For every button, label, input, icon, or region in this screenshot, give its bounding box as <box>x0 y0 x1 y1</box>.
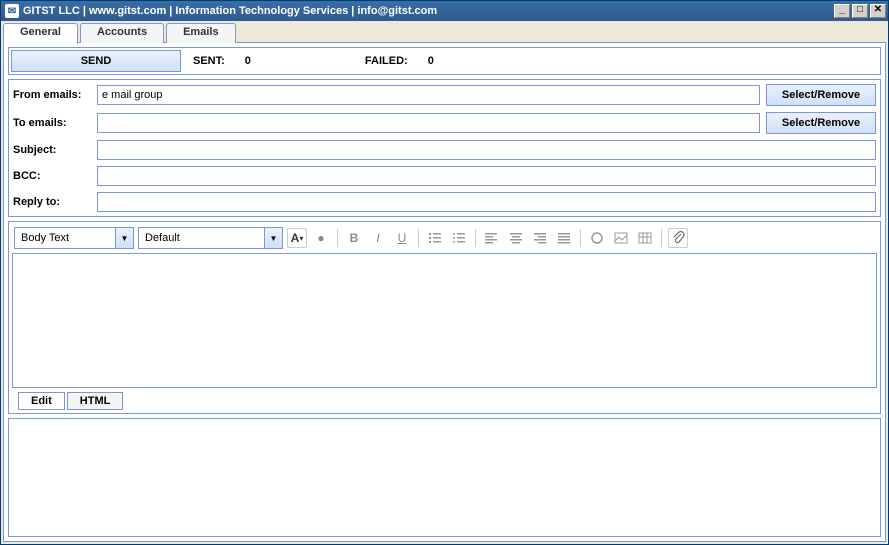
editor-tab-html[interactable]: HTML <box>67 392 124 410</box>
email-fields: From emails: Select/Remove To emails: Se… <box>8 79 881 217</box>
tab-general[interactable]: General <box>3 23 78 44</box>
align-left-button[interactable] <box>482 228 502 248</box>
titlebar: ✉ GITST LLC | www.gitst.com | Informatio… <box>1 1 888 21</box>
to-label: To emails: <box>13 117 97 129</box>
to-select-remove-button[interactable]: Select/Remove <box>766 112 876 134</box>
app-icon: ✉ <box>5 4 19 18</box>
bullet-list-button[interactable] <box>425 228 445 248</box>
numbered-list-icon <box>452 232 466 244</box>
attach-button[interactable] <box>668 228 688 248</box>
font-value: Default <box>139 232 264 244</box>
align-justify-button[interactable] <box>554 228 574 248</box>
align-right-icon <box>533 232 547 244</box>
window-title: GITST LLC | www.gitst.com | Information … <box>23 5 834 17</box>
numbered-list-button[interactable] <box>449 228 469 248</box>
editor-toolbar: Body Text ▼ Default ▼ A▾ ● B I U <box>12 225 877 251</box>
subject-label: Subject: <box>13 144 97 156</box>
reply-input[interactable] <box>97 192 876 212</box>
failed-value: 0 <box>428 55 434 67</box>
from-select-remove-button[interactable]: Select/Remove <box>766 84 876 106</box>
failed-label: FAILED: <box>365 55 408 67</box>
insert-table-button[interactable] <box>635 228 655 248</box>
content-area: General Accounts Emails SEND SENT: 0 FAI… <box>1 21 888 544</box>
editor: Body Text ▼ Default ▼ A▾ ● B I U <box>8 221 881 414</box>
editor-body[interactable] <box>12 253 877 388</box>
insert-link-button[interactable] <box>587 228 607 248</box>
paragraph-style-value: Body Text <box>15 232 115 244</box>
table-icon <box>638 232 652 244</box>
log-panel <box>8 418 881 537</box>
align-center-button[interactable] <box>506 228 526 248</box>
app-window: ✉ GITST LLC | www.gitst.com | Informatio… <box>0 0 889 545</box>
bcc-input[interactable] <box>97 166 876 186</box>
minimize-button[interactable]: _ <box>834 4 850 18</box>
font-size-button[interactable]: A▾ <box>287 228 307 248</box>
close-button[interactable]: ✕ <box>870 4 886 18</box>
window-controls: _ □ ✕ <box>834 4 886 18</box>
chevron-down-icon: ▼ <box>115 228 133 248</box>
font-select[interactable]: Default ▼ <box>138 227 283 249</box>
bold-button[interactable]: B <box>344 228 364 248</box>
underline-button[interactable]: U <box>392 228 412 248</box>
subject-input[interactable] <box>97 140 876 160</box>
send-button[interactable]: SEND <box>11 50 181 72</box>
send-status-row: SEND SENT: 0 FAILED: 0 <box>8 47 881 75</box>
main-tabs: General Accounts Emails <box>3 23 886 43</box>
insert-image-button[interactable] <box>611 228 631 248</box>
maximize-button[interactable]: □ <box>852 4 868 18</box>
from-input[interactable] <box>97 85 760 105</box>
font-color-button[interactable]: ● <box>311 228 331 248</box>
italic-button[interactable]: I <box>368 228 388 248</box>
to-input[interactable] <box>97 113 760 133</box>
link-icon <box>590 231 604 245</box>
chevron-down-icon: ▼ <box>264 228 282 248</box>
align-right-button[interactable] <box>530 228 550 248</box>
reply-label: Reply to: <box>13 196 97 208</box>
image-icon <box>614 232 628 244</box>
tab-emails[interactable]: Emails <box>166 23 235 43</box>
bcc-label: BCC: <box>13 170 97 182</box>
align-left-icon <box>485 232 499 244</box>
align-justify-icon <box>557 232 571 244</box>
paperclip-icon <box>671 231 685 245</box>
sent-value: 0 <box>245 55 251 67</box>
from-label: From emails: <box>13 89 97 101</box>
bullet-list-icon <box>428 232 442 244</box>
paragraph-style-select[interactable]: Body Text ▼ <box>14 227 134 249</box>
editor-mode-tabs: Edit HTML <box>12 390 877 410</box>
editor-tab-edit[interactable]: Edit <box>18 392 65 410</box>
tab-accounts[interactable]: Accounts <box>80 23 164 43</box>
sent-label: SENT: <box>193 55 225 67</box>
general-panel: SEND SENT: 0 FAILED: 0 From emails: Sele… <box>3 42 886 542</box>
align-center-icon <box>509 232 523 244</box>
